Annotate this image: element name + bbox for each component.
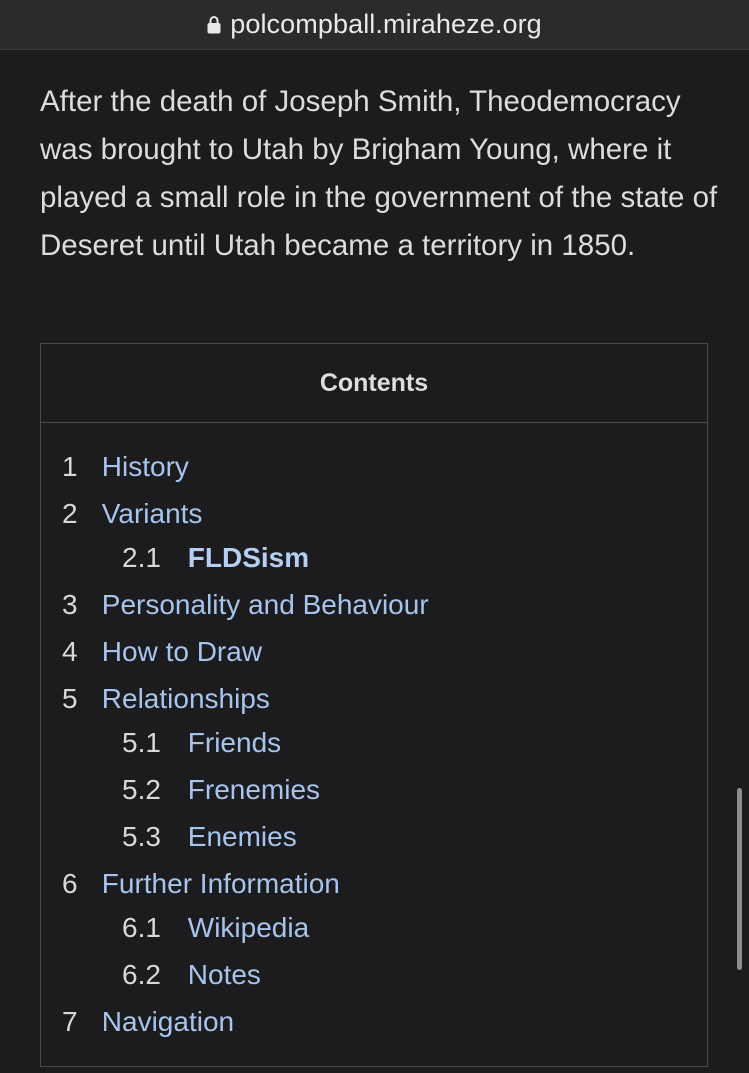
toc-link-how-to-draw[interactable]: How to Draw: [102, 636, 262, 667]
toc-item-number: 6: [62, 868, 78, 899]
toc-item-number: 6.2: [122, 959, 161, 990]
toc-item-variants: 2 Variants: [62, 497, 202, 531]
toc-item-wikipedia: 6.1 Wikipedia: [122, 911, 309, 945]
page-content: After the death of Joseph Smith, Theodem…: [0, 50, 749, 1073]
address-bar[interactable]: polcompball.miraheze.org: [0, 0, 749, 50]
toc-link-relationships[interactable]: Relationships: [102, 683, 270, 714]
toc-item-number: 5.3: [122, 821, 161, 852]
toc-item-how-to-draw: 4 How to Draw: [62, 635, 262, 669]
toc-item-enemies: 5.3 Enemies: [122, 820, 297, 854]
toc-item-navigation: 7 Navigation: [62, 1005, 234, 1039]
toc-item-fldsism: 2.1 FLDSism: [122, 541, 309, 575]
toc-item-number: 1: [62, 451, 78, 482]
lock-icon: [207, 15, 221, 34]
toc-link-notes[interactable]: Notes: [188, 959, 261, 990]
toc-item-relationships: 5 Relationships: [62, 682, 270, 716]
url-text[interactable]: polcompball.miraheze.org: [230, 9, 542, 40]
toc-item-number: 5: [62, 683, 78, 714]
toc-item-number: 7: [62, 1006, 78, 1037]
table-of-contents: Contents 1 History 2 Variants 2.1 FLDSis…: [40, 343, 708, 1067]
toc-item-number: 5.2: [122, 774, 161, 805]
toc-link-personality[interactable]: Personality and Behaviour: [102, 589, 429, 620]
toc-item-number: 4: [62, 636, 78, 667]
toc-item-number: 3: [62, 589, 78, 620]
toc-header: Contents: [41, 344, 707, 423]
toc-item-personality: 3 Personality and Behaviour: [62, 588, 429, 622]
toc-link-variants[interactable]: Variants: [102, 498, 203, 529]
article-paragraph: After the death of Joseph Smith, Theodem…: [40, 85, 718, 262]
toc-item-further-information: 6 Further Information: [62, 867, 340, 901]
toc-link-further-information[interactable]: Further Information: [102, 868, 340, 899]
toc-link-frenemies[interactable]: Frenemies: [188, 774, 320, 805]
toc-link-wikipedia[interactable]: Wikipedia: [188, 912, 309, 943]
toc-link-navigation[interactable]: Navigation: [102, 1006, 234, 1037]
toc-item-number: 2.1: [122, 542, 161, 573]
vertical-scrollbar[interactable]: [737, 788, 742, 970]
toc-item-frenemies: 5.2 Frenemies: [122, 773, 320, 807]
toc-item-number: 2: [62, 498, 78, 529]
toc-link-history[interactable]: History: [102, 451, 189, 482]
toc-item-number: 6.1: [122, 912, 161, 943]
toc-link-enemies[interactable]: Enemies: [188, 821, 297, 852]
toc-item-notes: 6.2 Notes: [122, 958, 261, 992]
toc-item-friends: 5.1 Friends: [122, 726, 281, 760]
toc-link-fldsism[interactable]: FLDSism: [188, 542, 309, 573]
toc-title: Contents: [319, 368, 429, 397]
toc-link-friends[interactable]: Friends: [188, 727, 281, 758]
toc-item-history: 1 History: [62, 450, 189, 484]
toc-item-number: 5.1: [122, 727, 161, 758]
